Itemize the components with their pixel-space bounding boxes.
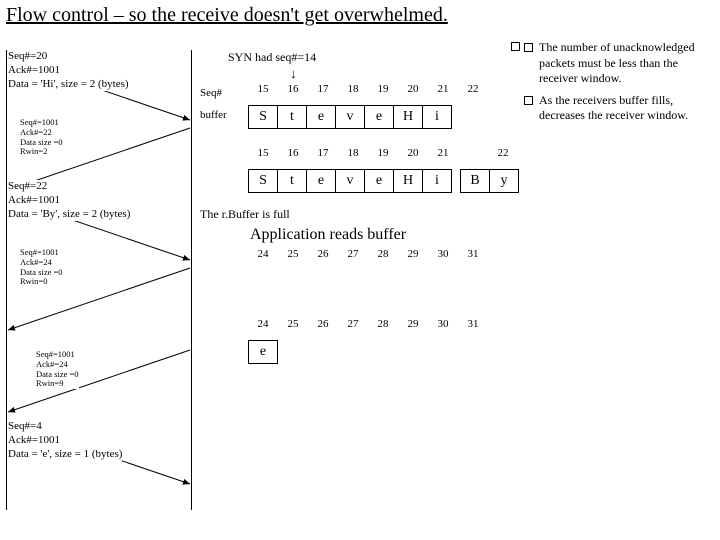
seq-numbers-1: 1516171819202122 <box>248 83 518 95</box>
buffer-cell <box>340 340 350 364</box>
bullet-1: The number of unacknowledged packets mus… <box>524 40 714 87</box>
seq-numbers-4: 2425262728293031 <box>248 318 518 330</box>
buffer-cell: v <box>335 105 365 129</box>
buffer-cell: B <box>460 169 490 193</box>
msg-ack24-rwin9: Seq#=1001 Ack#=24 Data size =0 Rwin=9 <box>36 350 79 389</box>
buffer-cell: t <box>277 105 307 129</box>
syn-label: SYN had seq#=14 <box>228 50 520 65</box>
buffer-cell: v <box>335 169 365 193</box>
msg-ack24-rwin0: Seq#=1001 Ack#=24 Data size =0 Rwin=0 <box>20 248 63 287</box>
buffer-cell: e <box>364 169 394 193</box>
down-arrow-icon: ↓ <box>290 66 297 82</box>
sequence-column: Seq#=20 Ack#=1001 Data = 'Hi', size = 2 … <box>6 50 192 510</box>
buffer-cells-3 <box>248 270 330 294</box>
buffer-cell: y <box>489 169 519 193</box>
buffer-cell: e <box>306 169 336 193</box>
buffer-label: buffer <box>200 109 227 121</box>
buffer-cell: S <box>248 169 278 193</box>
buffer-cell: H <box>393 169 423 193</box>
notes-panel: The number of unacknowledged packets mus… <box>524 40 714 130</box>
buffer-cell <box>320 270 330 294</box>
buffer-cells-4: e <box>248 340 350 364</box>
buffer-cell: H <box>393 105 423 129</box>
msg-seq4: Seq#=4 Ack#=1001 Data = 'e', size = 1 (b… <box>8 420 122 461</box>
seq-numbers-2: 1516171819202122 <box>248 147 548 159</box>
buffer-cell <box>460 105 470 129</box>
bullet-box-icon <box>524 43 533 52</box>
msg-seq22: Seq#=22 Ack#=1001 Data = 'By', size = 2 … <box>8 180 130 221</box>
msg-seq20: Seq#=20 Ack#=1001 Data = 'Hi', size = 2 … <box>8 50 129 91</box>
msg-ack22: Seq#=1001 Ack#=22 Data size =0 Rwin=2 <box>20 118 63 157</box>
app-reads-label: Application reads buffer <box>250 226 520 244</box>
bullet-2-text: As the receivers buffer fills, decreases… <box>539 93 714 124</box>
buffer-cell: i <box>422 105 452 129</box>
buffer-full-note: The r.Buffer is full <box>200 207 520 222</box>
seq-label: Seq# <box>200 87 222 99</box>
buffer-cell: i <box>422 169 452 193</box>
buffer-panel: SYN had seq#=14 ↓ Seq# 1516171819202122 … <box>200 50 520 364</box>
buffer-cell: S <box>248 105 278 129</box>
seq-numbers-3: 2425262728293031 <box>248 248 518 260</box>
bullet-2: As the receivers buffer fills, decreases… <box>524 93 714 124</box>
buffer-cells-2: SteveHiBy <box>248 169 519 193</box>
buffer-cell: e <box>248 340 278 364</box>
buffer-cell: e <box>306 105 336 129</box>
buffer-cell: t <box>277 169 307 193</box>
page-title: Flow control – so the receive doesn't ge… <box>6 4 448 27</box>
bullet-box-icon <box>524 96 533 105</box>
bullet-1-text: The number of unacknowledged packets mus… <box>539 40 714 87</box>
buffer-cell: e <box>364 105 394 129</box>
buffer-cells-1: SteveHi <box>248 105 470 129</box>
